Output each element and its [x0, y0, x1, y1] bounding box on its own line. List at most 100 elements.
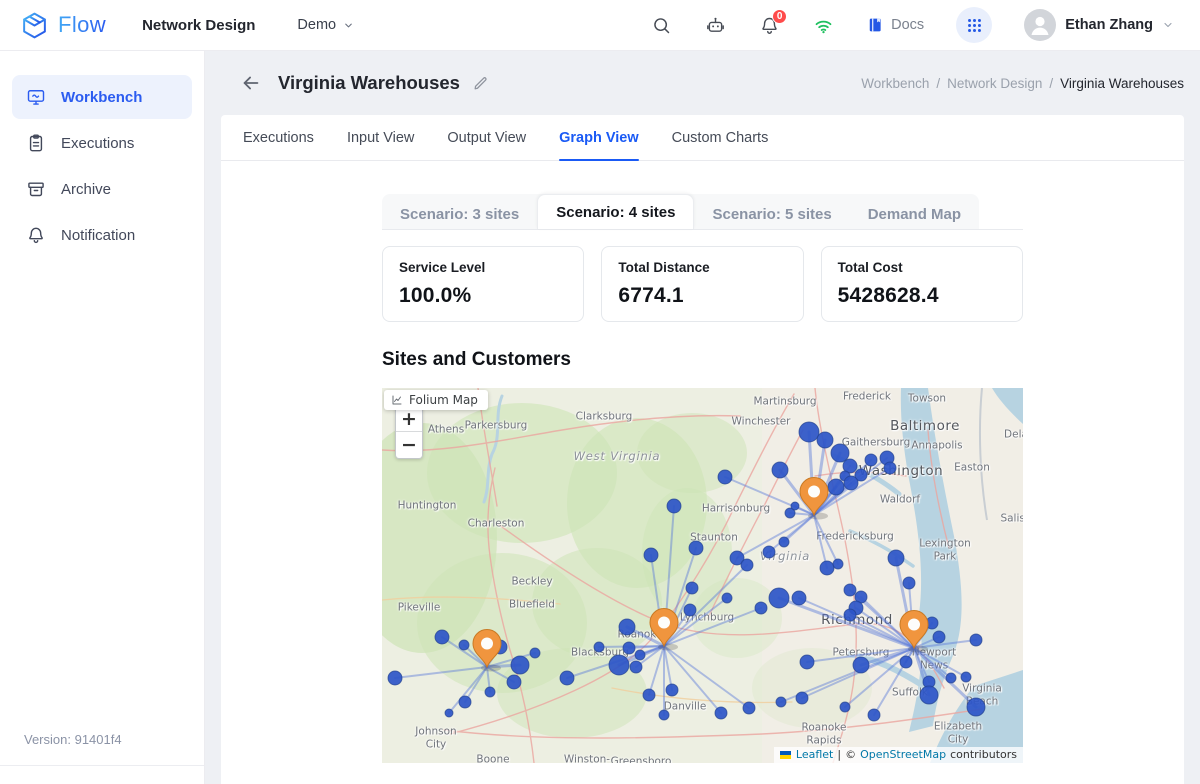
user-name: Ethan Zhang [1065, 17, 1153, 33]
folium-map-badge[interactable]: Folium Map [384, 390, 488, 410]
customer-dot[interactable] [630, 661, 642, 673]
sidebar-item-notification[interactable]: Notification [12, 213, 192, 257]
customer-dot[interactable] [868, 709, 880, 721]
metric-value: 5428628.4 [838, 284, 1006, 308]
back-arrow-icon[interactable] [240, 72, 262, 94]
customer-dot[interactable] [689, 541, 703, 555]
customer-dot[interactable] [967, 698, 985, 716]
customer-dot[interactable] [530, 648, 540, 658]
flow-logo[interactable]: Flow [20, 11, 106, 40]
customer-dot[interactable] [800, 655, 814, 669]
customer-dot[interactable] [900, 656, 912, 668]
customer-dot[interactable] [853, 657, 869, 673]
customer-dot[interactable] [776, 697, 786, 707]
customer-dot[interactable] [459, 696, 471, 708]
docs-link[interactable]: Docs [866, 16, 924, 34]
customer-dot[interactable] [715, 707, 727, 719]
customer-dot[interactable] [792, 591, 806, 605]
customer-dot[interactable] [388, 671, 402, 685]
sidebar-item-archive[interactable]: Archive [12, 167, 192, 211]
warehouse-marker[interactable] [650, 609, 678, 651]
customer-dot[interactable] [799, 422, 819, 442]
customer-dot[interactable] [635, 650, 645, 660]
leaflet-link[interactable]: Leaflet [796, 748, 833, 761]
customer-dot[interactable] [833, 559, 843, 569]
customer-dot[interactable] [769, 588, 789, 608]
osm-link[interactable]: OpenStreetMap [860, 748, 946, 761]
customer-dot[interactable] [844, 476, 858, 490]
workspace-selector[interactable]: Demo [297, 17, 354, 33]
sidebar-item-executions[interactable]: Executions [12, 121, 192, 165]
tab-output-view[interactable]: Output View [447, 115, 526, 160]
edit-pencil-icon[interactable] [472, 75, 489, 92]
customer-dot[interactable] [888, 550, 904, 566]
scenario-tab-scenario-4-sites[interactable]: Scenario: 4 sites [537, 194, 694, 229]
customer-dot[interactable] [741, 559, 753, 571]
customer-dot[interactable] [970, 634, 982, 646]
tab-executions[interactable]: Executions [243, 115, 314, 160]
customer-dot[interactable] [840, 702, 850, 712]
customer-dot[interactable] [445, 709, 453, 717]
zoom-out-button[interactable]: − [396, 432, 422, 458]
tab-graph-view[interactable]: Graph View [559, 115, 639, 160]
customer-dot[interactable] [643, 689, 655, 701]
customer-dot[interactable] [844, 584, 856, 596]
customer-dot[interactable] [459, 640, 469, 650]
customer-dot[interactable] [831, 444, 849, 462]
customer-dot[interactable] [779, 537, 789, 547]
customer-dot[interactable] [435, 630, 449, 644]
customer-dot[interactable] [623, 642, 635, 654]
customer-dot[interactable] [511, 656, 529, 674]
customer-dot[interactable] [946, 673, 956, 683]
customer-dot[interactable] [844, 609, 856, 621]
customer-dot[interactable] [485, 687, 495, 697]
customer-dot[interactable] [609, 655, 629, 675]
customer-dot[interactable] [763, 546, 775, 558]
customer-dot[interactable] [933, 631, 945, 643]
customer-dot[interactable] [659, 710, 669, 720]
tab-input-view[interactable]: Input View [347, 115, 414, 160]
customer-dot[interactable] [791, 502, 799, 510]
scenario-tab-scenario-3-sites[interactable]: Scenario: 3 sites [382, 200, 537, 229]
customer-dot[interactable] [884, 462, 896, 474]
customer-dot[interactable] [666, 684, 678, 696]
scenario-tab-demand-map[interactable]: Demand Map [850, 200, 979, 229]
route-line [769, 515, 814, 552]
customer-dot[interactable] [817, 432, 833, 448]
customer-dot[interactable] [684, 604, 696, 616]
customer-dot[interactable] [828, 479, 844, 495]
metric-label: Service Level [399, 260, 567, 275]
customer-dot[interactable] [594, 642, 604, 652]
customer-dot[interactable] [722, 593, 732, 603]
customer-dot[interactable] [755, 602, 767, 614]
customer-dot[interactable] [772, 462, 788, 478]
customer-dot[interactable] [507, 675, 521, 689]
customer-dot[interactable] [920, 686, 938, 704]
search-icon[interactable] [650, 14, 672, 36]
apps-grid-icon[interactable] [956, 7, 992, 43]
customer-dot[interactable] [796, 692, 808, 704]
breadcrumb-network-design[interactable]: Network Design [947, 76, 1042, 91]
customer-dot[interactable] [743, 702, 755, 714]
customer-dot[interactable] [686, 582, 698, 594]
warehouse-marker[interactable] [900, 611, 928, 653]
customer-dot[interactable] [560, 671, 574, 685]
customer-dot[interactable] [667, 499, 681, 513]
customer-dot[interactable] [961, 672, 971, 682]
assistant-robot-icon[interactable] [704, 14, 726, 36]
breadcrumb-workbench[interactable]: Workbench [861, 76, 929, 91]
metric-cards: Service Level100.0%Total Distance6774.1T… [382, 246, 1023, 322]
customer-dot[interactable] [865, 454, 877, 466]
customer-dot[interactable] [820, 561, 834, 575]
customer-dot[interactable] [644, 548, 658, 562]
customer-dot[interactable] [619, 619, 635, 635]
tab-custom-charts[interactable]: Custom Charts [672, 115, 769, 160]
folium-map[interactable]: AthensParkersburgClarksburgMartinsburgFr… [382, 388, 1023, 763]
warehouse-marker[interactable] [473, 630, 501, 672]
scenario-tab-scenario-5-sites[interactable]: Scenario: 5 sites [694, 200, 849, 229]
customer-dot[interactable] [718, 470, 732, 484]
notifications-bell-icon[interactable]: 0 [758, 14, 780, 36]
user-menu[interactable]: Ethan Zhang [1024, 9, 1174, 41]
sidebar-item-workbench[interactable]: Workbench [12, 75, 192, 119]
customer-dot[interactable] [903, 577, 915, 589]
